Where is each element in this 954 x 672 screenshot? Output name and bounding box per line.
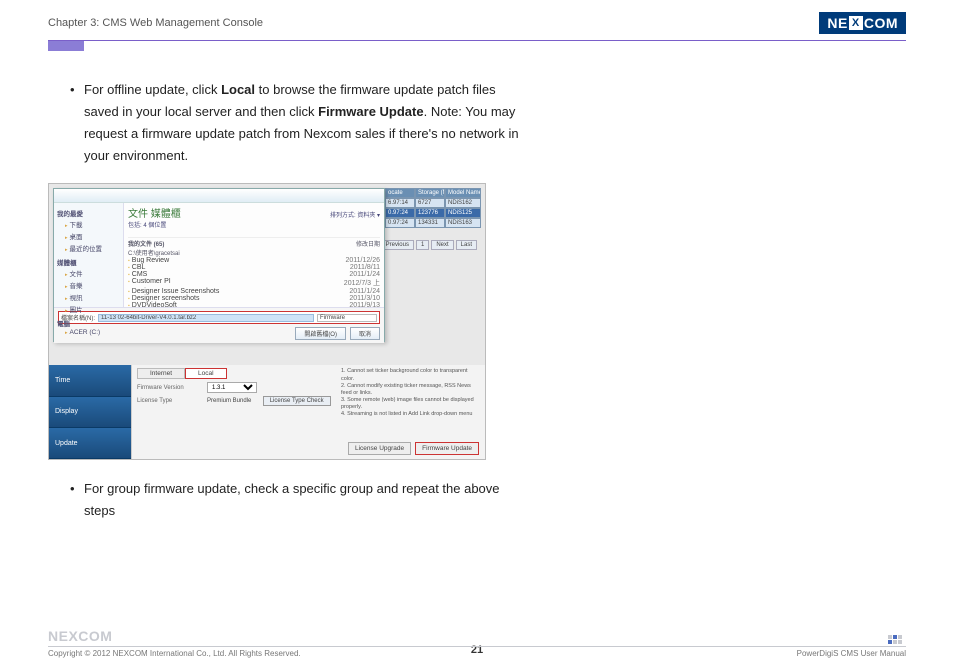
col-model: Model Name — [445, 188, 481, 198]
file-list: Bug Review2011/12/26 CBL2011/8/11 CMS201… — [128, 257, 380, 309]
menu-update[interactable]: Update — [49, 428, 131, 459]
manual-name: PowerDigiS CMS User Manual — [797, 649, 906, 658]
tab-local[interactable]: Local — [185, 368, 227, 379]
footer-logo: NEXCOM — [48, 628, 112, 644]
header-rule — [48, 40, 906, 41]
firmware-update-button[interactable]: Firmware Update — [415, 442, 479, 455]
sidebar-item[interactable]: 文件 — [65, 267, 120, 279]
players-table: ocate Storage (MB) Model Name 6.97:14672… — [385, 188, 481, 228]
instruction-bullet-2: For group firmware update, check a speci… — [70, 478, 520, 522]
embedded-screenshot: ocate Storage (MB) Model Name 6.97:14672… — [48, 183, 486, 460]
open-button[interactable]: 開啟舊檔(O) — [295, 327, 346, 340]
filename-input[interactable]: 11-13 02-64bit-Driver-V4.0.1.tar.bz2 — [98, 314, 314, 322]
license-type-label: License Type — [137, 398, 203, 404]
col-locate: ocate — [385, 188, 415, 198]
cancel-button[interactable]: 取消 — [350, 327, 380, 340]
nexcom-logo: NEXCOM — [819, 12, 906, 34]
list-item[interactable]: CMS2011/1/24 — [128, 271, 380, 278]
sidebar-item[interactable]: ACER (C:) — [65, 328, 120, 337]
footer-squares-icon — [888, 635, 906, 644]
dialog-sidebar: 我的最愛 下載 桌面 最近的位置 媒體櫃 文件 音樂 視訊 圖片 電腦 ACER… — [54, 203, 124, 307]
dialog-subtitle: 包括: 4 個位置 — [128, 220, 181, 229]
mydocs-header: 我的文件 (65)C:\使用者\gracetsai — [128, 239, 356, 257]
pager-last[interactable]: Last — [456, 240, 477, 250]
list-item[interactable]: CBL2011/8/11 — [128, 264, 380, 271]
list-item[interactable]: DVDVideoSoft2011/9/13 — [128, 302, 380, 309]
sidebar-item[interactable]: 下載 — [65, 218, 120, 230]
file-open-dialog: 我的最愛 下載 桌面 最近的位置 媒體櫃 文件 音樂 視訊 圖片 電腦 ACER… — [53, 188, 385, 342]
sidebar-item[interactable]: 視訊 — [65, 291, 120, 303]
license-upgrade-button[interactable]: License Upgrade — [348, 442, 411, 455]
filename-label: 檔案名稱(N): — [61, 313, 95, 322]
table-row[interactable]: 0.97:24134331NDiS163 — [385, 218, 481, 228]
release-notes: 1. Cannot set ticker background color to… — [341, 368, 481, 418]
section-tab — [48, 41, 84, 51]
menu-display[interactable]: Display — [49, 397, 131, 428]
copyright-text: Copyright © 2012 NEXCOM International Co… — [48, 649, 301, 658]
menu-time[interactable]: Time — [49, 365, 131, 396]
list-item[interactable]: Bug Review2011/12/26 — [128, 257, 380, 264]
pager-page: 1 — [416, 240, 429, 250]
filetype-select[interactable]: Firmware — [317, 314, 377, 322]
firmware-version-select[interactable]: 1.3.1 — [207, 382, 257, 393]
sort-control[interactable]: 排列方式: 資料夾 ▾ — [330, 210, 380, 219]
chapter-title: Chapter 3: CMS Web Management Console — [48, 17, 263, 29]
table-row[interactable]: 0.97:24123776NDiS125 — [385, 208, 481, 218]
pager-next[interactable]: Next — [431, 240, 453, 250]
pager-prev[interactable]: Previous — [381, 240, 414, 250]
list-item[interactable]: Customer PI2012/7/3 上 — [128, 278, 380, 288]
instruction-bullet-1: For offline update, click Local to brows… — [70, 79, 520, 167]
sidebar-item[interactable]: 最近的位置 — [65, 242, 120, 254]
firmware-version-label: Firmware Version — [137, 385, 203, 391]
sidebar-item[interactable]: 音樂 — [65, 279, 120, 291]
list-item[interactable]: Designer Issue Screenshots2011/1/24 — [128, 288, 380, 295]
cms-side-menu: Time Display Update — [49, 365, 131, 459]
tab-internet[interactable]: Internet — [137, 368, 185, 379]
table-row[interactable]: 6.97:146727NDiS162 — [385, 198, 481, 208]
list-item[interactable]: Designer screenshots2011/3/10 — [128, 295, 380, 302]
license-check-button[interactable]: License Type Check — [263, 396, 331, 406]
dialog-title: 文件 媒體櫃 — [128, 205, 181, 220]
col-storage: Storage (MB) — [415, 188, 445, 198]
col-date: 修改日期 — [356, 239, 380, 257]
license-type-value: Premium Bundle — [207, 398, 251, 404]
sidebar-item[interactable]: 桌面 — [65, 230, 120, 242]
